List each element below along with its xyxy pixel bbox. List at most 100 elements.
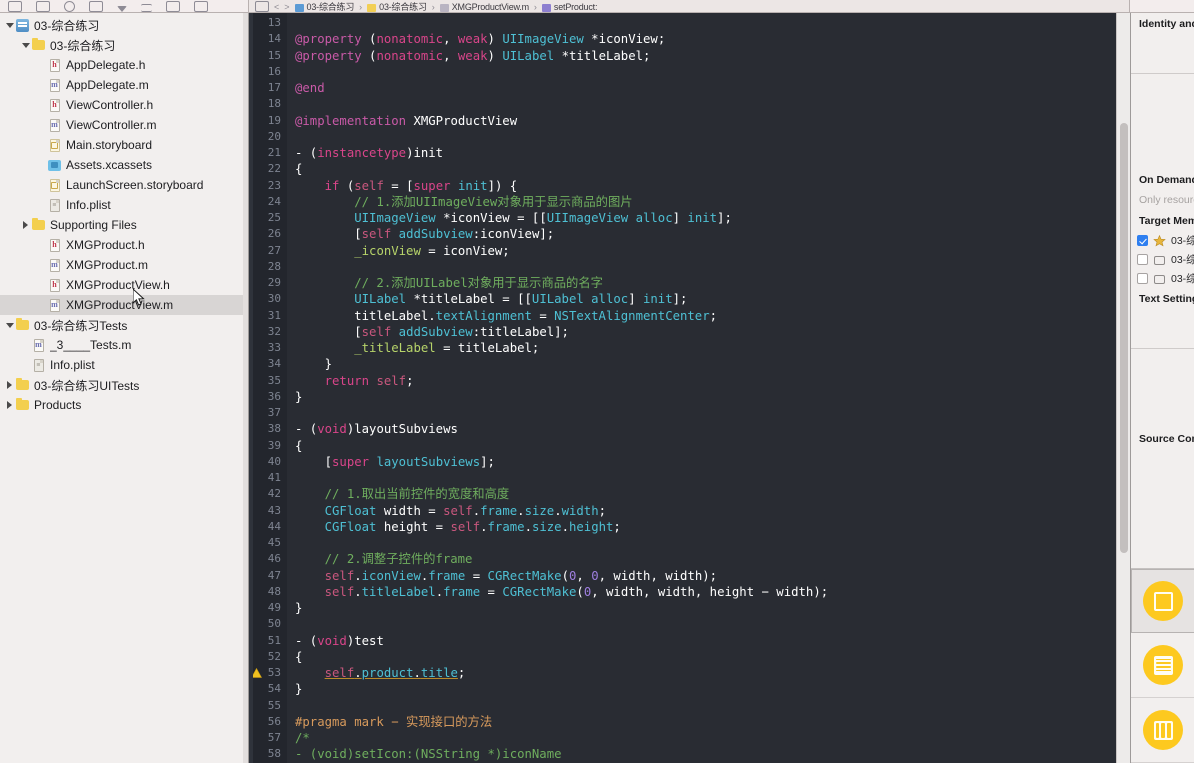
navigator-row[interactable]: m XMGProduct.m bbox=[0, 255, 248, 275]
code-line[interactable]: self.product.title; bbox=[295, 665, 1130, 681]
code-line[interactable] bbox=[295, 698, 1130, 714]
library-palette[interactable] bbox=[1131, 568, 1194, 763]
code-line[interactable]: UILabel *titleLabel = [[UILabel alloc] i… bbox=[295, 291, 1130, 307]
code-line[interactable]: [self addSubview:iconView]; bbox=[295, 226, 1130, 242]
code-line[interactable]: /* bbox=[295, 730, 1130, 746]
disclosure-triangle-icon[interactable] bbox=[4, 323, 15, 328]
code-line[interactable]: [super layoutSubviews]; bbox=[295, 454, 1130, 470]
navigator-row[interactable]: m ViewController.m bbox=[0, 115, 248, 135]
code-area[interactable]: @property (nonatomic, weak) UIImageView … bbox=[287, 13, 1130, 763]
disclosure-triangle-icon[interactable] bbox=[4, 401, 15, 409]
navigator-row[interactable]: Supporting Files bbox=[0, 215, 248, 235]
navigator-row[interactable]: Main.storyboard bbox=[0, 135, 248, 155]
target-row[interactable]: 03-综合练习 bbox=[1131, 231, 1194, 250]
code-line[interactable]: @property (nonatomic, weak) UIImageView … bbox=[295, 31, 1130, 47]
folder-icon[interactable] bbox=[8, 1, 22, 12]
disclosure-triangle-icon[interactable] bbox=[4, 23, 15, 28]
warning-icon[interactable] bbox=[117, 6, 127, 12]
code-line[interactable]: - (void)layoutSubviews bbox=[295, 421, 1130, 437]
code-line[interactable]: // 2.添加UILabel对象用于显示商品的名字 bbox=[295, 275, 1130, 291]
code-line[interactable]: #pragma mark − 实现接口的方法 bbox=[295, 714, 1130, 730]
clock-icon[interactable] bbox=[166, 1, 180, 12]
code-line[interactable] bbox=[295, 616, 1130, 632]
project-navigator[interactable]: 03-综合练习 03-综合练习 h AppDelegate.h m AppDelegate… bbox=[0, 13, 249, 763]
navigator-row[interactable]: m XMGProductView.m bbox=[0, 295, 248, 315]
code-line[interactable] bbox=[295, 64, 1130, 80]
navigator-row[interactable]: h ViewController.h bbox=[0, 95, 248, 115]
code-line[interactable]: [self addSubview:titleLabel]; bbox=[295, 324, 1130, 340]
code-line[interactable]: - (void)setIcon:(NSString *)iconName bbox=[295, 746, 1130, 762]
code-line[interactable]: self.iconView.frame = CGRectMake(0, 0, w… bbox=[295, 568, 1130, 584]
target-checkbox[interactable] bbox=[1137, 273, 1148, 284]
navigator-scrollbar[interactable] bbox=[243, 13, 248, 763]
file-template-library-item[interactable] bbox=[1131, 569, 1194, 633]
jump-bar-item-file[interactable]: XMGProductView.m bbox=[439, 3, 529, 12]
code-line[interactable]: { bbox=[295, 649, 1130, 665]
navigator-row[interactable]: m AppDelegate.m bbox=[0, 75, 248, 95]
target-row[interactable]: 03-综合练习UITests bbox=[1131, 269, 1194, 288]
code-line[interactable]: } bbox=[295, 356, 1130, 372]
jump-bar-item-project[interactable]: 03-综合练习 bbox=[294, 3, 354, 12]
code-line[interactable]: _iconView = iconView; bbox=[295, 243, 1130, 259]
editor-scrollbar[interactable] bbox=[1116, 13, 1130, 763]
code-snippet-library-item[interactable] bbox=[1131, 633, 1194, 698]
code-line[interactable]: } bbox=[295, 681, 1130, 697]
code-line[interactable]: } bbox=[295, 389, 1130, 405]
target-row[interactable]: 03-综合练习Tests bbox=[1131, 250, 1194, 269]
navigator-row[interactable]: 03-综合练习UITests bbox=[0, 375, 248, 395]
grid-icon[interactable] bbox=[36, 1, 50, 12]
line-number-gutter[interactable]: 13 14 15 16 17 18 19 20 21 22 23 24 25 26 27 28 29 30 31 32… bbox=[249, 13, 287, 763]
code-line[interactable]: UIImageView *iconView = [[UIImageView al… bbox=[295, 210, 1130, 226]
code-line[interactable] bbox=[295, 470, 1130, 486]
navigator-row[interactable]: Assets.xcassets bbox=[0, 155, 248, 175]
code-line[interactable] bbox=[295, 15, 1130, 31]
navigator-row[interactable]: LaunchScreen.storyboard bbox=[0, 175, 248, 195]
code-line[interactable]: if (self = [super init]) { bbox=[295, 178, 1130, 194]
code-line[interactable]: { bbox=[295, 161, 1130, 177]
code-line[interactable]: titleLabel.textAlignment = NSTextAlignme… bbox=[295, 308, 1130, 324]
target-checkbox[interactable] bbox=[1137, 235, 1148, 246]
navigator-row[interactable]: ≡ Info.plist bbox=[0, 355, 248, 375]
search-icon[interactable] bbox=[64, 1, 75, 12]
code-line[interactable]: return self; bbox=[295, 373, 1130, 389]
code-line[interactable] bbox=[295, 259, 1130, 275]
code-line[interactable]: - (instancetype)init bbox=[295, 145, 1130, 161]
navigator-row[interactable]: m _3____Tests.m bbox=[0, 335, 248, 355]
target-checkbox[interactable] bbox=[1137, 254, 1148, 265]
navigator-row[interactable]: Products bbox=[0, 395, 248, 415]
file-inspector[interactable]: Identity and Type Name Type Location Ful… bbox=[1130, 13, 1194, 763]
navigator-row[interactable]: ≡ Info.plist bbox=[0, 195, 248, 215]
jump-bar-item-symbol[interactable]: setProduct: bbox=[541, 3, 597, 12]
disclosure-triangle-icon[interactable] bbox=[4, 381, 15, 389]
jump-bar-back-button[interactable]: < bbox=[274, 2, 279, 12]
code-line[interactable]: } bbox=[295, 600, 1130, 616]
editor-scrollbar-thumb[interactable] bbox=[1120, 123, 1128, 553]
project-navigator-list[interactable]: 03-综合练习 03-综合练习 h AppDelegate.h m AppDelegate… bbox=[0, 13, 248, 415]
code-line[interactable] bbox=[295, 405, 1130, 421]
code-line[interactable]: // 1.取出当前控件的宽度和高度 bbox=[295, 486, 1130, 502]
code-line[interactable] bbox=[295, 129, 1130, 145]
report-icon[interactable] bbox=[194, 1, 208, 12]
navigator-filter-bar[interactable] bbox=[0, 0, 249, 12]
code-line[interactable]: CGFloat width = self.frame.size.width; bbox=[295, 503, 1130, 519]
source-editor[interactable]: 13 14 15 16 17 18 19 20 21 22 23 24 25 26 27 28 29 30 31 32… bbox=[249, 13, 1130, 763]
navigator-row[interactable]: 03-综合练习 bbox=[0, 15, 248, 35]
code-line[interactable] bbox=[295, 96, 1130, 112]
navigator-row[interactable]: h AppDelegate.h bbox=[0, 55, 248, 75]
code-line[interactable]: @implementation XMGProductView bbox=[295, 113, 1130, 129]
navigator-row[interactable]: 03-综合练习 bbox=[0, 35, 248, 55]
code-line[interactable]: _titleLabel = titleLabel; bbox=[295, 340, 1130, 356]
code-line[interactable]: // 1.添加UIImageView对象用于显示商品的图片 bbox=[295, 194, 1130, 210]
code-line[interactable]: @end bbox=[295, 80, 1130, 96]
object-library-item[interactable] bbox=[1131, 698, 1194, 763]
code-line[interactable]: { bbox=[295, 438, 1130, 454]
code-folding-ribbon[interactable] bbox=[249, 13, 253, 763]
disclosure-triangle-icon[interactable] bbox=[20, 221, 31, 229]
code-line[interactable]: - (void)test bbox=[295, 633, 1130, 649]
jump-bar-item-group[interactable]: 03-综合练习 bbox=[367, 3, 427, 12]
lines-icon[interactable] bbox=[141, 4, 152, 12]
related-items-icon[interactable] bbox=[255, 1, 269, 12]
navigator-row[interactable]: h XMGProductView.h bbox=[0, 275, 248, 295]
tag-icon[interactable] bbox=[89, 1, 103, 12]
code-line[interactable]: // 2.调整子控件的frame bbox=[295, 551, 1130, 567]
